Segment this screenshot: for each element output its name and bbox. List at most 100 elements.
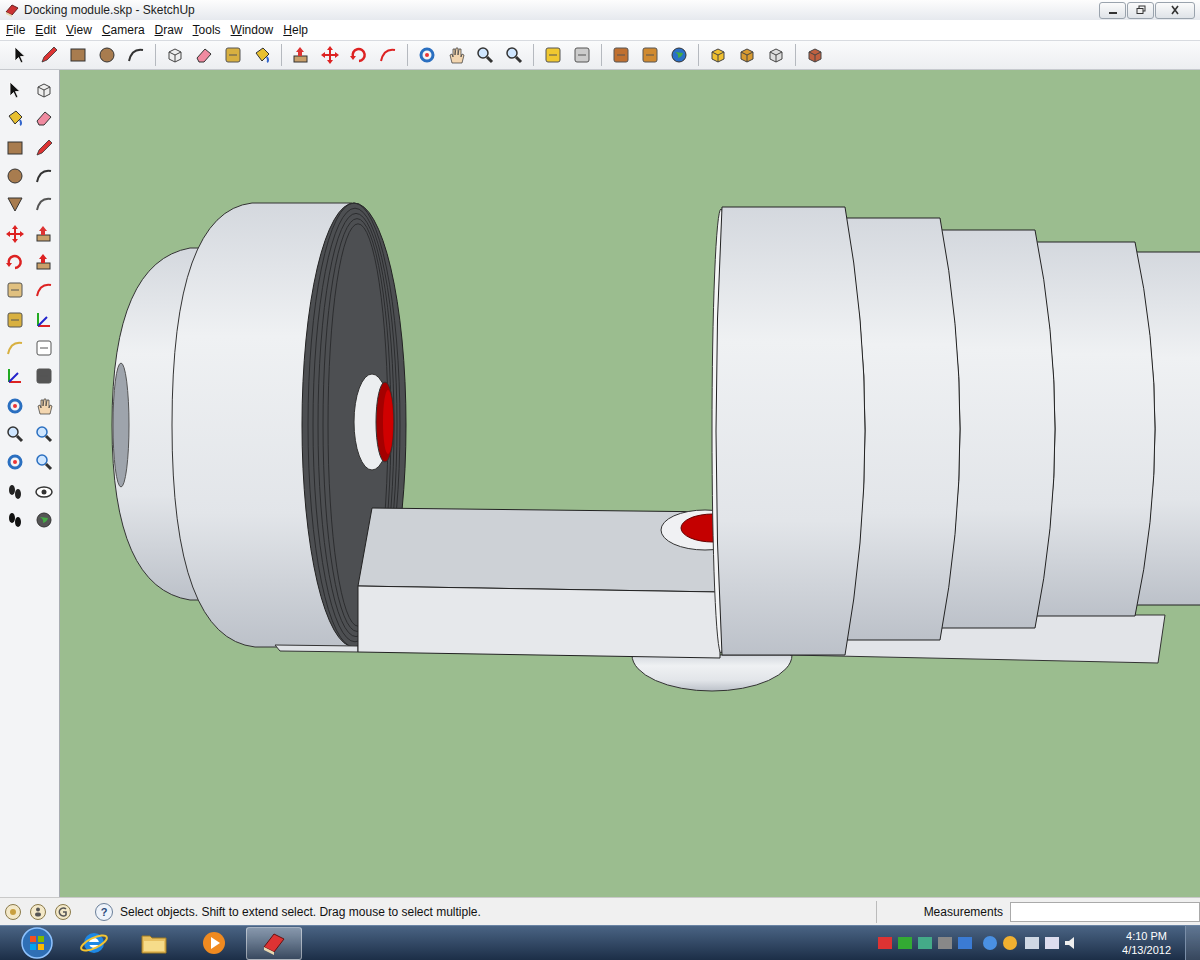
maximize-button[interactable] [1127, 2, 1154, 19]
make-component-button[interactable] [163, 43, 187, 67]
menu-item[interactable]: Tools [188, 21, 226, 39]
toolbar-separator [601, 44, 602, 66]
menu-item[interactable]: Help [278, 21, 313, 39]
select-button[interactable] [3, 78, 26, 101]
offset-button[interactable] [32, 278, 55, 301]
previous-view-button[interactable] [541, 43, 565, 67]
show-desktop-button[interactable] [1185, 926, 1200, 960]
connecting-beam[interactable] [275, 508, 720, 658]
toggle-terrain-button[interactable] [764, 43, 788, 67]
eraser-button[interactable] [192, 43, 216, 67]
protractor-button[interactable] [3, 336, 26, 359]
pan-icon [34, 396, 54, 416]
pencil-button[interactable] [37, 43, 61, 67]
pan-button[interactable] [32, 394, 55, 417]
previous-view-button[interactable] [3, 450, 26, 473]
menu-item[interactable]: View [61, 21, 97, 39]
get-models-button[interactable] [609, 43, 633, 67]
eraser-icon [194, 45, 214, 65]
window-title: Docking module.skp - SketchUp [24, 3, 1095, 17]
zoom-extents-button[interactable] [32, 450, 55, 473]
zoom-button[interactable] [3, 422, 26, 445]
make-component-button[interactable] [32, 78, 55, 101]
select-icon [10, 45, 30, 65]
orbit-button[interactable] [3, 394, 26, 417]
zoom-window-button[interactable] [32, 422, 55, 445]
lower-cylinder[interactable] [632, 655, 792, 691]
rotate-button[interactable] [3, 250, 26, 273]
three-d-text-button[interactable] [32, 364, 55, 387]
measurements-field[interactable] [1010, 902, 1200, 922]
sketchup-taskbar-button[interactable] [246, 927, 302, 960]
freehand-button[interactable] [32, 192, 55, 215]
push-pull-button[interactable] [32, 222, 55, 245]
module-section[interactable] [716, 207, 865, 655]
menu-item[interactable]: Window [226, 21, 279, 39]
pencil-button[interactable] [32, 136, 55, 159]
tape-measure-button[interactable] [221, 43, 245, 67]
drawing-canvas[interactable] [60, 70, 1200, 897]
right-module[interactable] [712, 207, 1200, 655]
follow-me-button[interactable] [32, 250, 55, 273]
left-docking-port[interactable] [354, 374, 394, 470]
sign-in-icon[interactable] [54, 903, 72, 921]
rectangle-button[interactable] [66, 43, 90, 67]
menu-item[interactable]: File [1, 21, 30, 39]
push-pull-button[interactable] [289, 43, 313, 67]
close-button[interactable] [1155, 2, 1195, 19]
menu-item[interactable]: Camera [97, 21, 150, 39]
tape-measure-button[interactable] [3, 308, 26, 331]
paint-bucket-button[interactable] [3, 106, 26, 129]
get-current-view-button[interactable] [706, 43, 730, 67]
clock[interactable]: 4:10 PM 4/13/2012 [1116, 929, 1177, 957]
credits-icon[interactable] [29, 903, 47, 921]
polygon-button[interactable] [3, 192, 26, 215]
menu-item[interactable]: Edit [30, 21, 61, 39]
select-button[interactable] [8, 43, 32, 67]
move-button[interactable] [3, 222, 26, 245]
internet-explorer-button[interactable] [66, 927, 122, 960]
offset-button[interactable] [376, 43, 400, 67]
arc-button[interactable] [32, 164, 55, 187]
pan-button[interactable] [444, 43, 468, 67]
paint-bucket-button[interactable] [250, 43, 274, 67]
media-player-button[interactable] [186, 927, 242, 960]
zoom-extents-icon [504, 45, 524, 65]
arc-button[interactable] [124, 43, 148, 67]
dimension-button[interactable] [32, 308, 55, 331]
next-view-button[interactable] [570, 43, 594, 67]
walk-button[interactable] [3, 508, 26, 531]
orbit-button[interactable] [415, 43, 439, 67]
menu-item[interactable]: Draw [150, 21, 188, 39]
position-camera-button[interactable] [3, 480, 26, 503]
tray-icons[interactable] [878, 934, 1108, 952]
look-around-button[interactable] [32, 480, 55, 503]
extension-warehouse-button[interactable] [803, 43, 827, 67]
google-earth-button[interactable] [667, 43, 691, 67]
docking-module-model[interactable] [60, 70, 1200, 897]
zoom-button[interactable] [473, 43, 497, 67]
move-button[interactable] [318, 43, 342, 67]
axes-button[interactable] [3, 364, 26, 387]
eraser-button[interactable] [32, 106, 55, 129]
section-plane-button[interactable] [32, 508, 55, 531]
help-icon[interactable]: ? [95, 903, 113, 921]
file-explorer-button[interactable] [126, 927, 182, 960]
share-model-button[interactable] [638, 43, 662, 67]
title-bar: Docking module.skp - SketchUp [0, 0, 1200, 20]
start-button[interactable] [12, 926, 62, 960]
move-icon [320, 45, 340, 65]
system-tray: 4:10 PM 4/13/2012 [878, 926, 1200, 960]
rectangle-button[interactable] [3, 136, 26, 159]
zoom-extents-button[interactable] [502, 43, 526, 67]
circle-button[interactable] [95, 43, 119, 67]
dimension-icon [34, 310, 54, 330]
minimize-button[interactable] [1099, 2, 1126, 19]
scale-button[interactable] [3, 278, 26, 301]
text-tool-button[interactable] [32, 336, 55, 359]
rotate-button[interactable] [347, 43, 371, 67]
toolbar-group [415, 43, 526, 67]
geo-location-icon[interactable] [4, 903, 22, 921]
circle-button[interactable] [3, 164, 26, 187]
add-location-button[interactable] [735, 43, 759, 67]
